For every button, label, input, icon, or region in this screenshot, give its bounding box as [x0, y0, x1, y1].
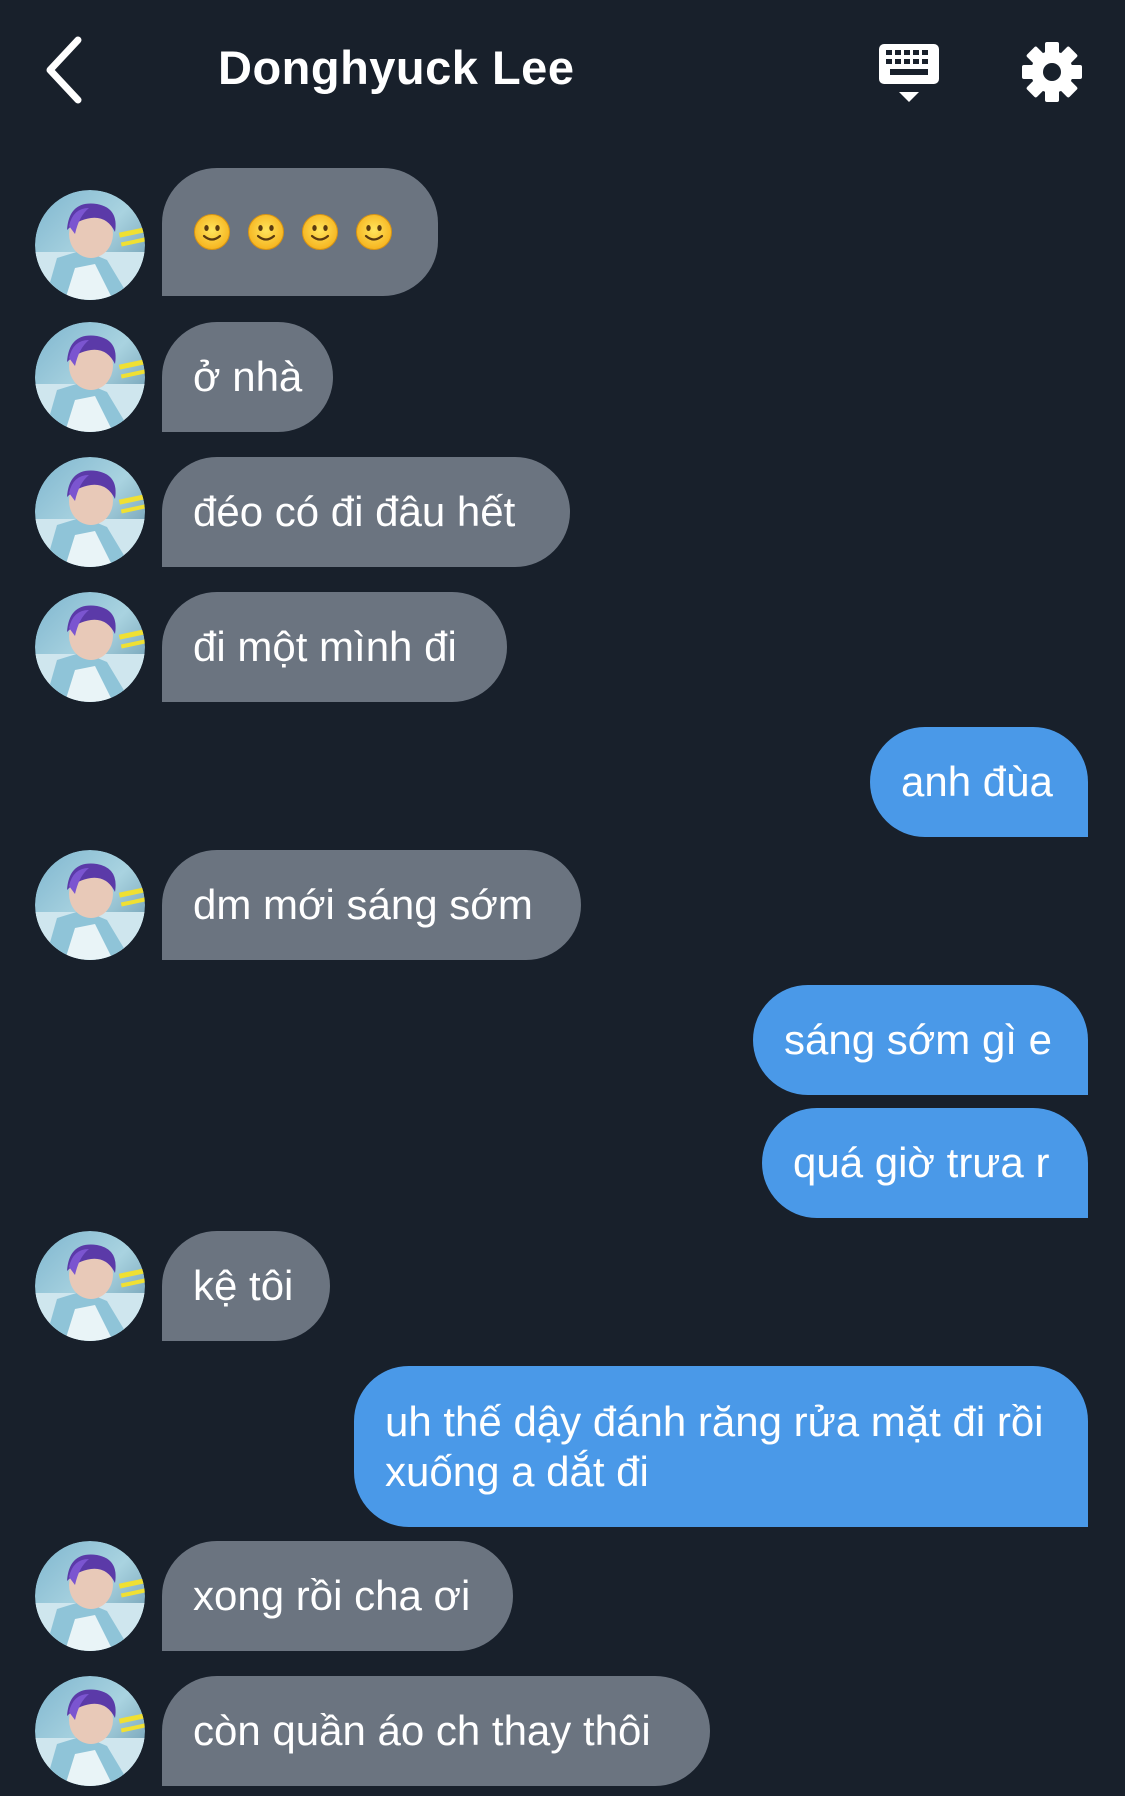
incoming-message-bubble[interactable]: dm mới sáng sớm	[162, 850, 581, 960]
message-row	[0, 168, 1125, 300]
back-button[interactable]	[36, 32, 100, 108]
message-row: sáng sớm gì e	[0, 985, 1125, 1095]
slightly-smiling-face-icon	[355, 213, 393, 251]
keyboard-icon	[879, 44, 939, 102]
contact-avatar-image	[35, 1231, 145, 1341]
incoming-message-bubble[interactable]: đéo có đi đâu hết	[162, 457, 570, 567]
contact-avatar-image	[35, 592, 145, 702]
message-row: anh đùa	[0, 727, 1125, 837]
avatar[interactable]	[35, 322, 145, 432]
contact-avatar-image	[35, 1676, 145, 1786]
incoming-message-bubble[interactable]: xong rồi cha ơi	[162, 1541, 513, 1651]
slightly-smiling-face-icon	[247, 213, 285, 251]
contact-avatar-image	[35, 850, 145, 960]
gear-icon	[1022, 42, 1082, 102]
contact-avatar-image	[35, 1541, 145, 1651]
message-row: ở nhà	[0, 322, 1125, 432]
emoji-group	[193, 213, 393, 251]
avatar[interactable]	[35, 1676, 145, 1786]
outgoing-message-bubble[interactable]: quá giờ trưa r	[762, 1108, 1088, 1218]
avatar[interactable]	[35, 1541, 145, 1651]
avatar[interactable]	[35, 592, 145, 702]
outgoing-message-bubble[interactable]: uh thế dậy đánh răng rửa mặt đi rồi xuốn…	[354, 1366, 1088, 1527]
message-row: xong rồi cha ơi	[0, 1541, 1125, 1651]
avatar[interactable]	[35, 850, 145, 960]
settings-button[interactable]	[1020, 40, 1084, 104]
contact-avatar-image	[35, 457, 145, 567]
outgoing-message-bubble[interactable]: anh đùa	[870, 727, 1088, 837]
contact-name: Donghyuck Lee	[218, 41, 575, 94]
incoming-message-bubble[interactable]: còn quần áo ch thay thôi	[162, 1676, 710, 1786]
chat-header: Donghyuck Lee	[0, 0, 1125, 150]
slightly-smiling-face-icon	[301, 213, 339, 251]
incoming-message-bubble[interactable]: ở nhà	[162, 322, 333, 432]
avatar[interactable]	[35, 1231, 145, 1341]
message-row: kệ tôi	[0, 1231, 1125, 1341]
contact-avatar-image	[35, 322, 145, 432]
avatar[interactable]	[35, 457, 145, 567]
incoming-message-bubble[interactable]	[162, 168, 438, 296]
outgoing-message-bubble[interactable]: sáng sớm gì e	[753, 985, 1088, 1095]
keyboard-button[interactable]	[876, 40, 942, 106]
contact-avatar-image	[35, 190, 145, 300]
chevron-left-icon	[46, 36, 82, 104]
message-row: đi một mình đi	[0, 592, 1125, 702]
message-row: đéo có đi đâu hết	[0, 457, 1125, 567]
slightly-smiling-face-icon	[193, 213, 231, 251]
incoming-message-bubble[interactable]: đi một mình đi	[162, 592, 507, 702]
message-row: uh thế dậy đánh răng rửa mặt đi rồi xuốn…	[0, 1366, 1125, 1527]
avatar[interactable]	[35, 190, 145, 300]
incoming-message-bubble[interactable]: kệ tôi	[162, 1231, 330, 1341]
message-row: quá giờ trưa r	[0, 1108, 1125, 1218]
message-row: dm mới sáng sớm	[0, 850, 1125, 960]
message-row: còn quần áo ch thay thôi	[0, 1676, 1125, 1786]
